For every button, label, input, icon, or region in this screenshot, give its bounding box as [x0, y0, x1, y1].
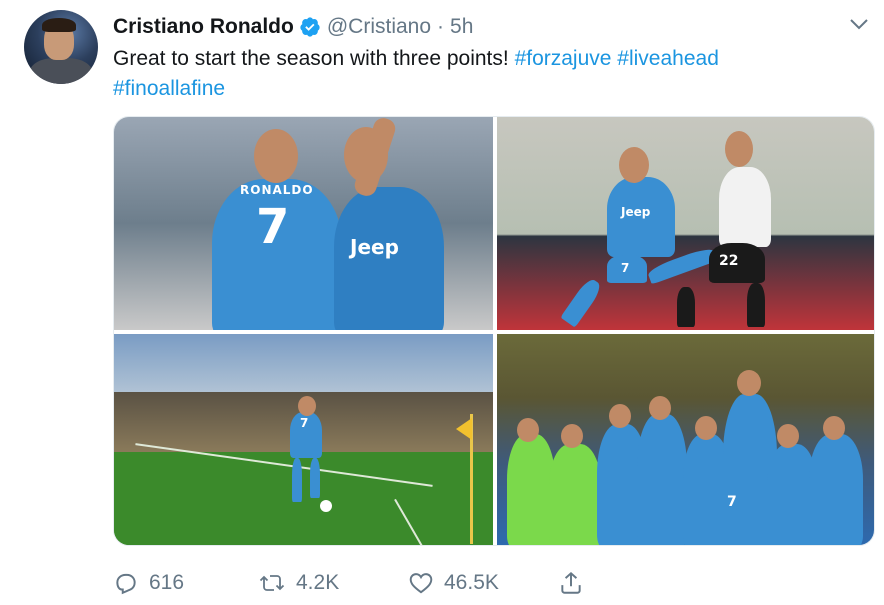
avatar[interactable] [24, 10, 98, 84]
jersey-number: 7 [727, 494, 737, 510]
like-button[interactable]: 46.5K [408, 570, 558, 596]
jersey-number: 7 [300, 416, 309, 430]
share-icon [558, 570, 584, 596]
like-count: 46.5K [444, 571, 499, 594]
like-icon [408, 570, 434, 596]
verified-badge-icon [299, 16, 321, 38]
photo-4[interactable]: 7 [497, 334, 874, 545]
photo-2[interactable]: Jeep 7 22 [497, 117, 874, 330]
reply-count: 616 [149, 571, 185, 594]
tweet-body: Great to start the season with three poi… [113, 47, 509, 70]
tweet-actions: 616 4.2K 46.5K [113, 566, 584, 600]
reply-button[interactable]: 616 [113, 570, 258, 596]
photo-1[interactable]: RONALDO 7 Jeep [114, 117, 493, 330]
retweet-icon [258, 570, 286, 596]
jersey-number: 7 [621, 261, 630, 275]
media-grid: RONALDO 7 Jeep Jeep 7 22 7 7 [113, 116, 875, 546]
retweet-count: 4.2K [296, 571, 340, 594]
jersey-number: 7 [256, 199, 290, 255]
tweet-header: Cristiano Ronaldo @Cristiano · 5h [113, 14, 473, 40]
separator: · [437, 15, 445, 38]
author-name[interactable]: Cristiano Ronaldo [113, 15, 294, 39]
tweet-text: Great to start the season with three poi… [113, 44, 853, 104]
jersey-name: RONALDO [240, 183, 314, 197]
hashtag-forzajuve[interactable]: #forzajuve [515, 47, 612, 70]
share-button[interactable] [558, 570, 584, 596]
retweet-button[interactable]: 4.2K [258, 570, 408, 596]
reply-icon [113, 570, 139, 596]
chevron-down-icon[interactable] [848, 16, 870, 32]
sponsor-logo: Jeep [621, 205, 651, 219]
hashtag-liveahead[interactable]: #liveahead [617, 47, 719, 70]
hashtag-finoallafine[interactable]: #finoallafine [113, 77, 225, 100]
author-handle[interactable]: @Cristiano [327, 15, 431, 39]
photo-3[interactable]: 7 [114, 334, 493, 545]
timestamp[interactable]: 5h [450, 15, 473, 39]
opponent-number: 22 [719, 253, 739, 269]
sponsor-logo: Jeep [350, 235, 399, 259]
